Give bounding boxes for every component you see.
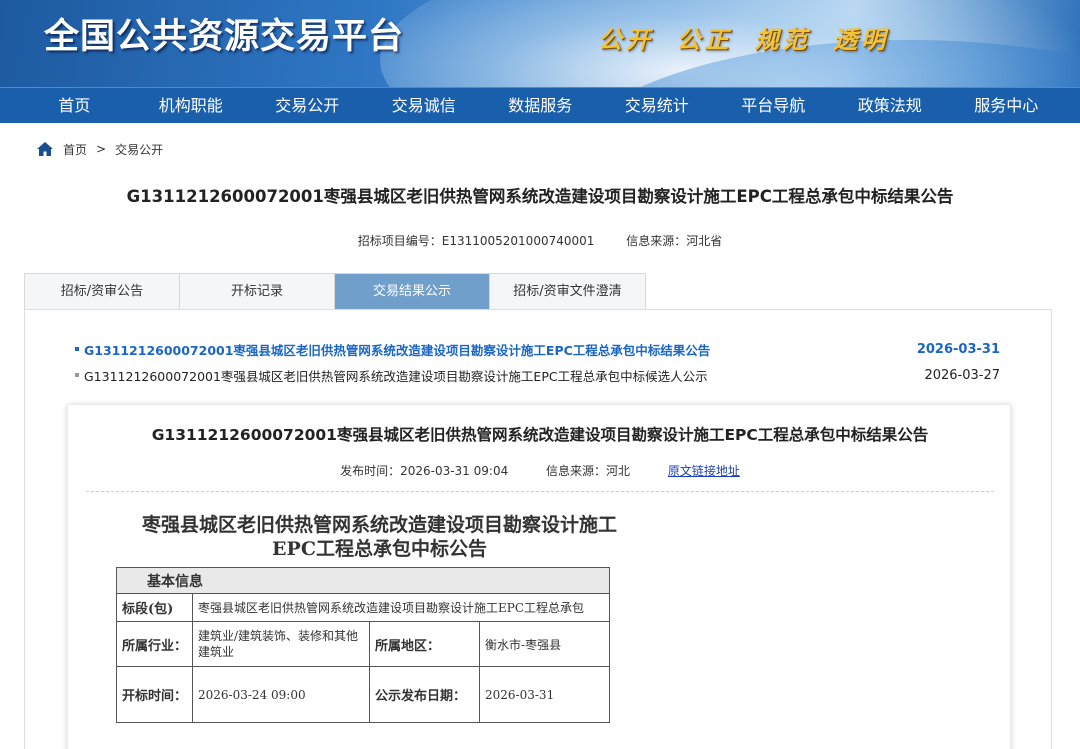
- industry-label: 所属行业：: [115, 621, 194, 667]
- list-item[interactable]: G1311212600072001枣强县城区老旧供热管网系统改造建设项目勘察设计…: [75, 365, 1000, 385]
- banner-slogan: 公开 公正 规范 透明: [598, 26, 890, 54]
- list-item-date: 2026-03-31: [916, 341, 1000, 357]
- nav-item-service[interactable]: 服务中心: [948, 88, 1065, 123]
- list-item-title[interactable]: G1311212600072001枣强县城区老旧供热管网系统改造建设项目勘察设计…: [84, 366, 708, 385]
- nav-item-policy[interactable]: 政策法规: [832, 88, 949, 123]
- region-label: 所属地区：: [369, 621, 481, 667]
- breadcrumb-current[interactable]: 交易公开: [115, 141, 163, 158]
- open-time-value: 2026-03-24 09:00: [192, 666, 371, 723]
- notice-title: G1311212600072001枣强县城区老旧供热管网系统改造建设项目勘察设计…: [151, 426, 929, 444]
- notice-tabs: 招标/资审公告 开标记录 交易结果公示 招标/资审文件澄清: [24, 273, 646, 309]
- home-icon[interactable]: [36, 141, 54, 157]
- doc-title: 枣强县城区老旧供热管网系统改造建设项目勘察设计施工 EPC工程总承包中标公告: [116, 513, 643, 561]
- basic-info-table: 基本信息 标段(包) 枣强县城区老旧供热管网系统改造建设项目勘察设计施工EPC工…: [115, 567, 610, 723]
- section-header: 基本信息: [116, 567, 610, 594]
- dashed-divider: [86, 491, 994, 492]
- page-title: G1311212600072001枣强县城区老旧供热管网系统改造建设项目勘察设计…: [126, 187, 954, 206]
- project-number: 招标项目编号：E1311005201000740001: [357, 234, 595, 248]
- industry-value: 建筑业/建筑装饰、装修和其他建筑业: [192, 621, 371, 667]
- notice-document: 枣强县城区老旧供热管网系统改造建设项目勘察设计施工 EPC工程总承包中标公告 基…: [115, 513, 643, 723]
- main-nav: 首页 机构职能 交易公开 交易诚信 数据服务 交易统计 平台导航 政策法规 服务…: [0, 87, 1080, 123]
- tab-trade-result[interactable]: 交易结果公示: [335, 274, 490, 309]
- nav-item-trade-public[interactable]: 交易公开: [249, 88, 366, 123]
- publish-date-label: 公示发布日期：: [369, 666, 481, 723]
- segment-label: 标段(包): [115, 593, 194, 622]
- breadcrumb-separator: >: [96, 142, 107, 156]
- nav-item-platform-nav[interactable]: 平台导航: [715, 88, 832, 123]
- list-item-date: 2026-03-27: [924, 367, 1000, 383]
- nav-item-statistics[interactable]: 交易统计: [599, 88, 716, 123]
- open-time-label: 开标时间：: [115, 666, 194, 723]
- notice-detail-card: G1311212600072001枣强县城区老旧供热管网系统改造建设项目勘察设计…: [67, 404, 1011, 749]
- project-meta: 招标项目编号：E1311005201000740001 信息来源：河北省: [0, 232, 1080, 249]
- bullet-icon: [75, 347, 79, 351]
- info-source: 信息来源：河北省: [626, 234, 723, 248]
- tab-panel: G1311212600072001枣强县城区老旧供热管网系统改造建设项目勘察设计…: [24, 309, 1052, 749]
- tab-tender-notice[interactable]: 招标/资审公告: [25, 274, 180, 309]
- notice-source: 信息来源：河北: [546, 464, 631, 478]
- tab-clarification[interactable]: 招标/资审文件澄清: [490, 274, 645, 309]
- bullet-icon: [75, 373, 79, 377]
- site-title[interactable]: 全国公共资源交易平台: [44, 8, 404, 59]
- publish-time: 发布时间：2026-03-31 09:04: [340, 464, 509, 478]
- nav-item-credit[interactable]: 交易诚信: [366, 88, 483, 123]
- site-banner: 全国公共资源交易平台 公开 公正 规范 透明: [0, 0, 1080, 87]
- list-item[interactable]: G1311212600072001枣强县城区老旧供热管网系统改造建设项目勘察设计…: [75, 339, 1000, 359]
- list-item-title[interactable]: G1311212600072001枣强县城区老旧供热管网系统改造建设项目勘察设计…: [84, 340, 710, 359]
- notice-meta: 发布时间：2026-03-31 09:04 信息来源：河北 原文链接地址: [68, 462, 1012, 479]
- breadcrumb-home[interactable]: 首页: [63, 141, 87, 158]
- segment-value: 枣强县城区老旧供热管网系统改造建设项目勘察设计施工EPC工程总承包: [192, 593, 610, 622]
- original-link[interactable]: 原文链接地址: [668, 464, 740, 478]
- publish-date-value: 2026-03-31: [479, 666, 610, 723]
- nav-item-data-service[interactable]: 数据服务: [482, 88, 599, 123]
- doc-title-line: EPC工程总承包中标公告: [272, 538, 487, 560]
- tab-bid-opening[interactable]: 开标记录: [180, 274, 335, 309]
- region-value: 衡水市-枣强县: [479, 621, 610, 667]
- doc-title-line: 枣强县城区老旧供热管网系统改造建设项目勘察设计施工: [141, 514, 617, 536]
- nav-item-home[interactable]: 首页: [16, 88, 133, 123]
- breadcrumb: 首页 > 交易公开: [36, 140, 163, 158]
- nav-item-institution[interactable]: 机构职能: [133, 88, 250, 123]
